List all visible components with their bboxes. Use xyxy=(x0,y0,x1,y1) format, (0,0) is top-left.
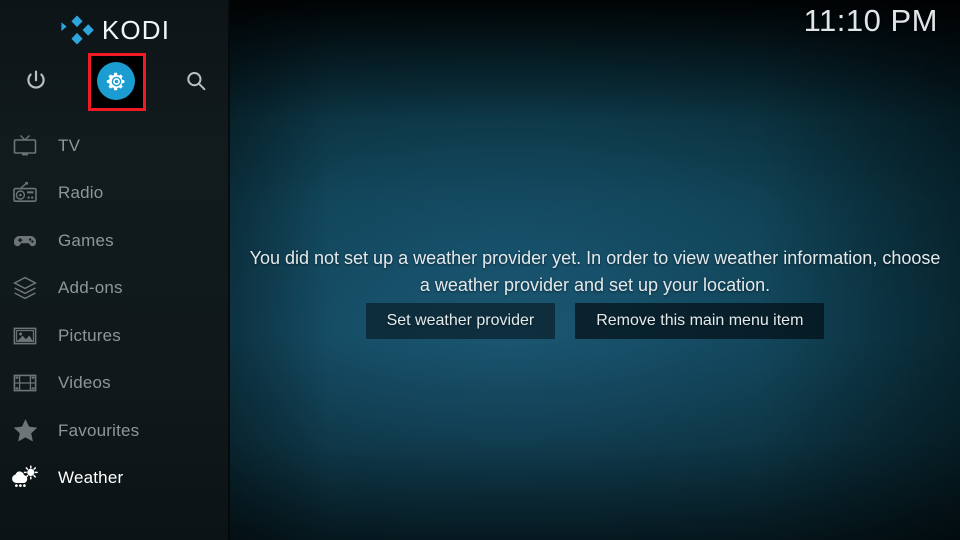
sidebar-item-add-ons[interactable]: Add-ons xyxy=(0,265,230,313)
app-logo: KODI xyxy=(0,10,230,50)
sidebar: KODI TV Radio Games Add-ons Pictures Vid… xyxy=(0,0,230,540)
sidebar-item-games[interactable]: Games xyxy=(0,217,230,265)
sidebar-item-label: Add-ons xyxy=(58,278,123,298)
search-icon xyxy=(187,72,206,91)
sidebar-item-radio[interactable]: Radio xyxy=(0,170,230,218)
weather-action-buttons: Set weather provider Remove this main me… xyxy=(230,303,960,339)
sidebar-item-label: Favourites xyxy=(58,420,140,440)
sidebar-item-videos[interactable]: Videos xyxy=(0,360,230,408)
sidebar-item-label: Videos xyxy=(58,373,111,393)
sidebar-item-label: Radio xyxy=(58,183,104,203)
sidebar-item-favourites[interactable]: Favourites xyxy=(0,407,230,455)
kodi-diamond-logo-icon xyxy=(61,15,94,45)
kodi-home-screen: 11:10 PM KODI TV Radio Games Add-ons Pic… xyxy=(0,0,960,540)
sidebar-item-weather[interactable]: Weather xyxy=(0,455,230,503)
power-icon xyxy=(27,70,45,89)
star-icon xyxy=(10,416,40,446)
gear-icon xyxy=(106,72,124,90)
sidebar-item-pictures[interactable]: Pictures xyxy=(0,312,230,360)
gamepad-icon xyxy=(10,226,40,256)
sidebar-item-label: Games xyxy=(58,230,114,250)
tv-icon xyxy=(10,131,40,161)
sidebar-item-tv[interactable]: TV xyxy=(0,122,230,170)
sidebar-top-icon-row xyxy=(0,53,230,111)
weather-setup-message: You did not set up a weather provider ye… xyxy=(249,248,941,295)
radio-icon xyxy=(10,178,40,208)
film-icon xyxy=(10,368,40,398)
search-button[interactable] xyxy=(172,57,220,105)
settings-button-circle xyxy=(97,62,135,100)
weather-cloud-sun-rain-icon xyxy=(10,463,40,493)
sidebar-item-label: Weather xyxy=(58,468,124,488)
box-icon xyxy=(10,273,40,303)
clock: 11:10 PM xyxy=(803,3,938,38)
sidebar-menu: TV Radio Games Add-ons Pictures Videos F… xyxy=(0,122,230,502)
sidebar-item-label: TV xyxy=(58,135,81,155)
set-weather-provider-button[interactable]: Set weather provider xyxy=(365,303,556,339)
remove-main-menu-item-button[interactable]: Remove this main menu item xyxy=(575,303,825,339)
sidebar-item-label: Pictures xyxy=(58,325,122,345)
settings-button[interactable] xyxy=(92,57,140,105)
power-button[interactable] xyxy=(12,57,60,105)
app-name: KODI xyxy=(101,14,171,45)
picture-icon xyxy=(10,321,40,351)
